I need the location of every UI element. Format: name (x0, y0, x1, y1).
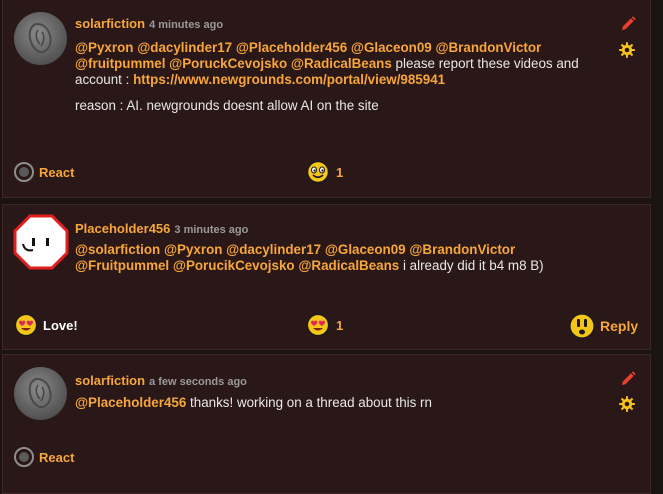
post-link[interactable]: https://www.newgrounds.com/portal/view/9… (133, 72, 445, 87)
post-body: @Placeholder456 thanks! working on a thr… (75, 395, 585, 421)
react-icon (14, 162, 34, 182)
mention[interactable]: @dacylinder17 (137, 40, 232, 55)
love-react-button[interactable]: Love! (14, 313, 78, 337)
mention[interactable]: @fruitpummel (75, 56, 165, 71)
avatar-sketch-icon (28, 378, 52, 409)
mention[interactable]: @BrandonVictor (435, 40, 541, 55)
edit-icon[interactable] (619, 15, 637, 38)
mention[interactable]: @PorucikCevojsko (173, 258, 295, 273)
mention[interactable]: @Placeholder456 (236, 40, 347, 55)
avatar-sketch-icon (28, 23, 52, 54)
mention[interactable]: @Glaceon09 (351, 40, 432, 55)
mention[interactable]: @Pyxron (75, 40, 133, 55)
reply-face-icon (569, 313, 595, 339)
reaction-summary[interactable]: 1 (306, 313, 343, 337)
react-label: Love! (43, 317, 78, 333)
post-body: @Pyxron @dacylinder17 @Placeholder456 @G… (75, 40, 585, 124)
post-reason: reason : AI. newgrounds doesnt allow AI … (75, 98, 379, 113)
gear-icon[interactable] (618, 395, 636, 418)
mention[interactable]: @PoruckCevojsko (169, 56, 287, 71)
mention[interactable]: @RadicalBeans (298, 258, 399, 273)
user-avatar[interactable] (14, 12, 67, 65)
mention[interactable]: @Glaceon09 (325, 242, 406, 257)
reply-button[interactable]: Reply (569, 313, 638, 339)
reaction-summary[interactable]: 1 (306, 160, 343, 184)
heart-eyes-icon (306, 313, 330, 337)
post-3: solarfiction a few seconds ago @Placehold… (2, 354, 651, 494)
react-button[interactable]: React (14, 162, 74, 182)
reply-label: Reply (600, 318, 639, 334)
scrollbar[interactable] (653, 0, 663, 484)
react-icon (14, 447, 34, 467)
mention[interactable]: @Placeholder456 (75, 395, 186, 410)
mention[interactable]: @Pyxron (164, 242, 222, 257)
post-body: @solarfiction @Pyxron @dacylinder17 @Gla… (75, 242, 585, 284)
post-text: thanks! working on a thread about this r… (190, 395, 432, 410)
post-2: Placeholder456 3 minutes ago @solarfictio… (2, 204, 651, 350)
post-timestamp: 3 minutes ago (174, 224, 249, 236)
post-1: solarfiction 4 minutes ago @Pyxron @dacyl… (2, 0, 651, 198)
user-avatar[interactable] (13, 214, 69, 270)
react-button[interactable]: React (14, 447, 74, 467)
mention[interactable]: @dacylinder17 (226, 242, 321, 257)
post-author[interactable]: solarfiction (75, 373, 145, 388)
post-timestamp: a few seconds ago (149, 376, 247, 388)
post-timestamp: 4 minutes ago (149, 19, 224, 31)
reaction-count: 1 (336, 164, 344, 180)
mention[interactable]: @Fruitpummel (75, 258, 169, 273)
react-label: React (39, 164, 75, 180)
post-text: i already did it b4 m8 B) (402, 258, 544, 273)
reaction-count: 1 (336, 317, 344, 333)
edit-icon[interactable] (619, 370, 637, 393)
user-avatar[interactable] (14, 367, 67, 420)
mention[interactable]: @solarfiction (75, 242, 160, 257)
octagon-face-avatar-icon (13, 214, 69, 270)
gear-icon[interactable] (618, 41, 636, 64)
mention[interactable]: @RadicalBeans (291, 56, 392, 71)
post-author[interactable]: solarfiction (75, 16, 145, 31)
smiley-reaction-icon (306, 160, 330, 184)
post-author[interactable]: Placeholder456 (75, 221, 170, 236)
mention[interactable]: @BrandonVictor (409, 242, 515, 257)
react-label: React (39, 449, 75, 465)
heart-eyes-icon (14, 313, 38, 337)
